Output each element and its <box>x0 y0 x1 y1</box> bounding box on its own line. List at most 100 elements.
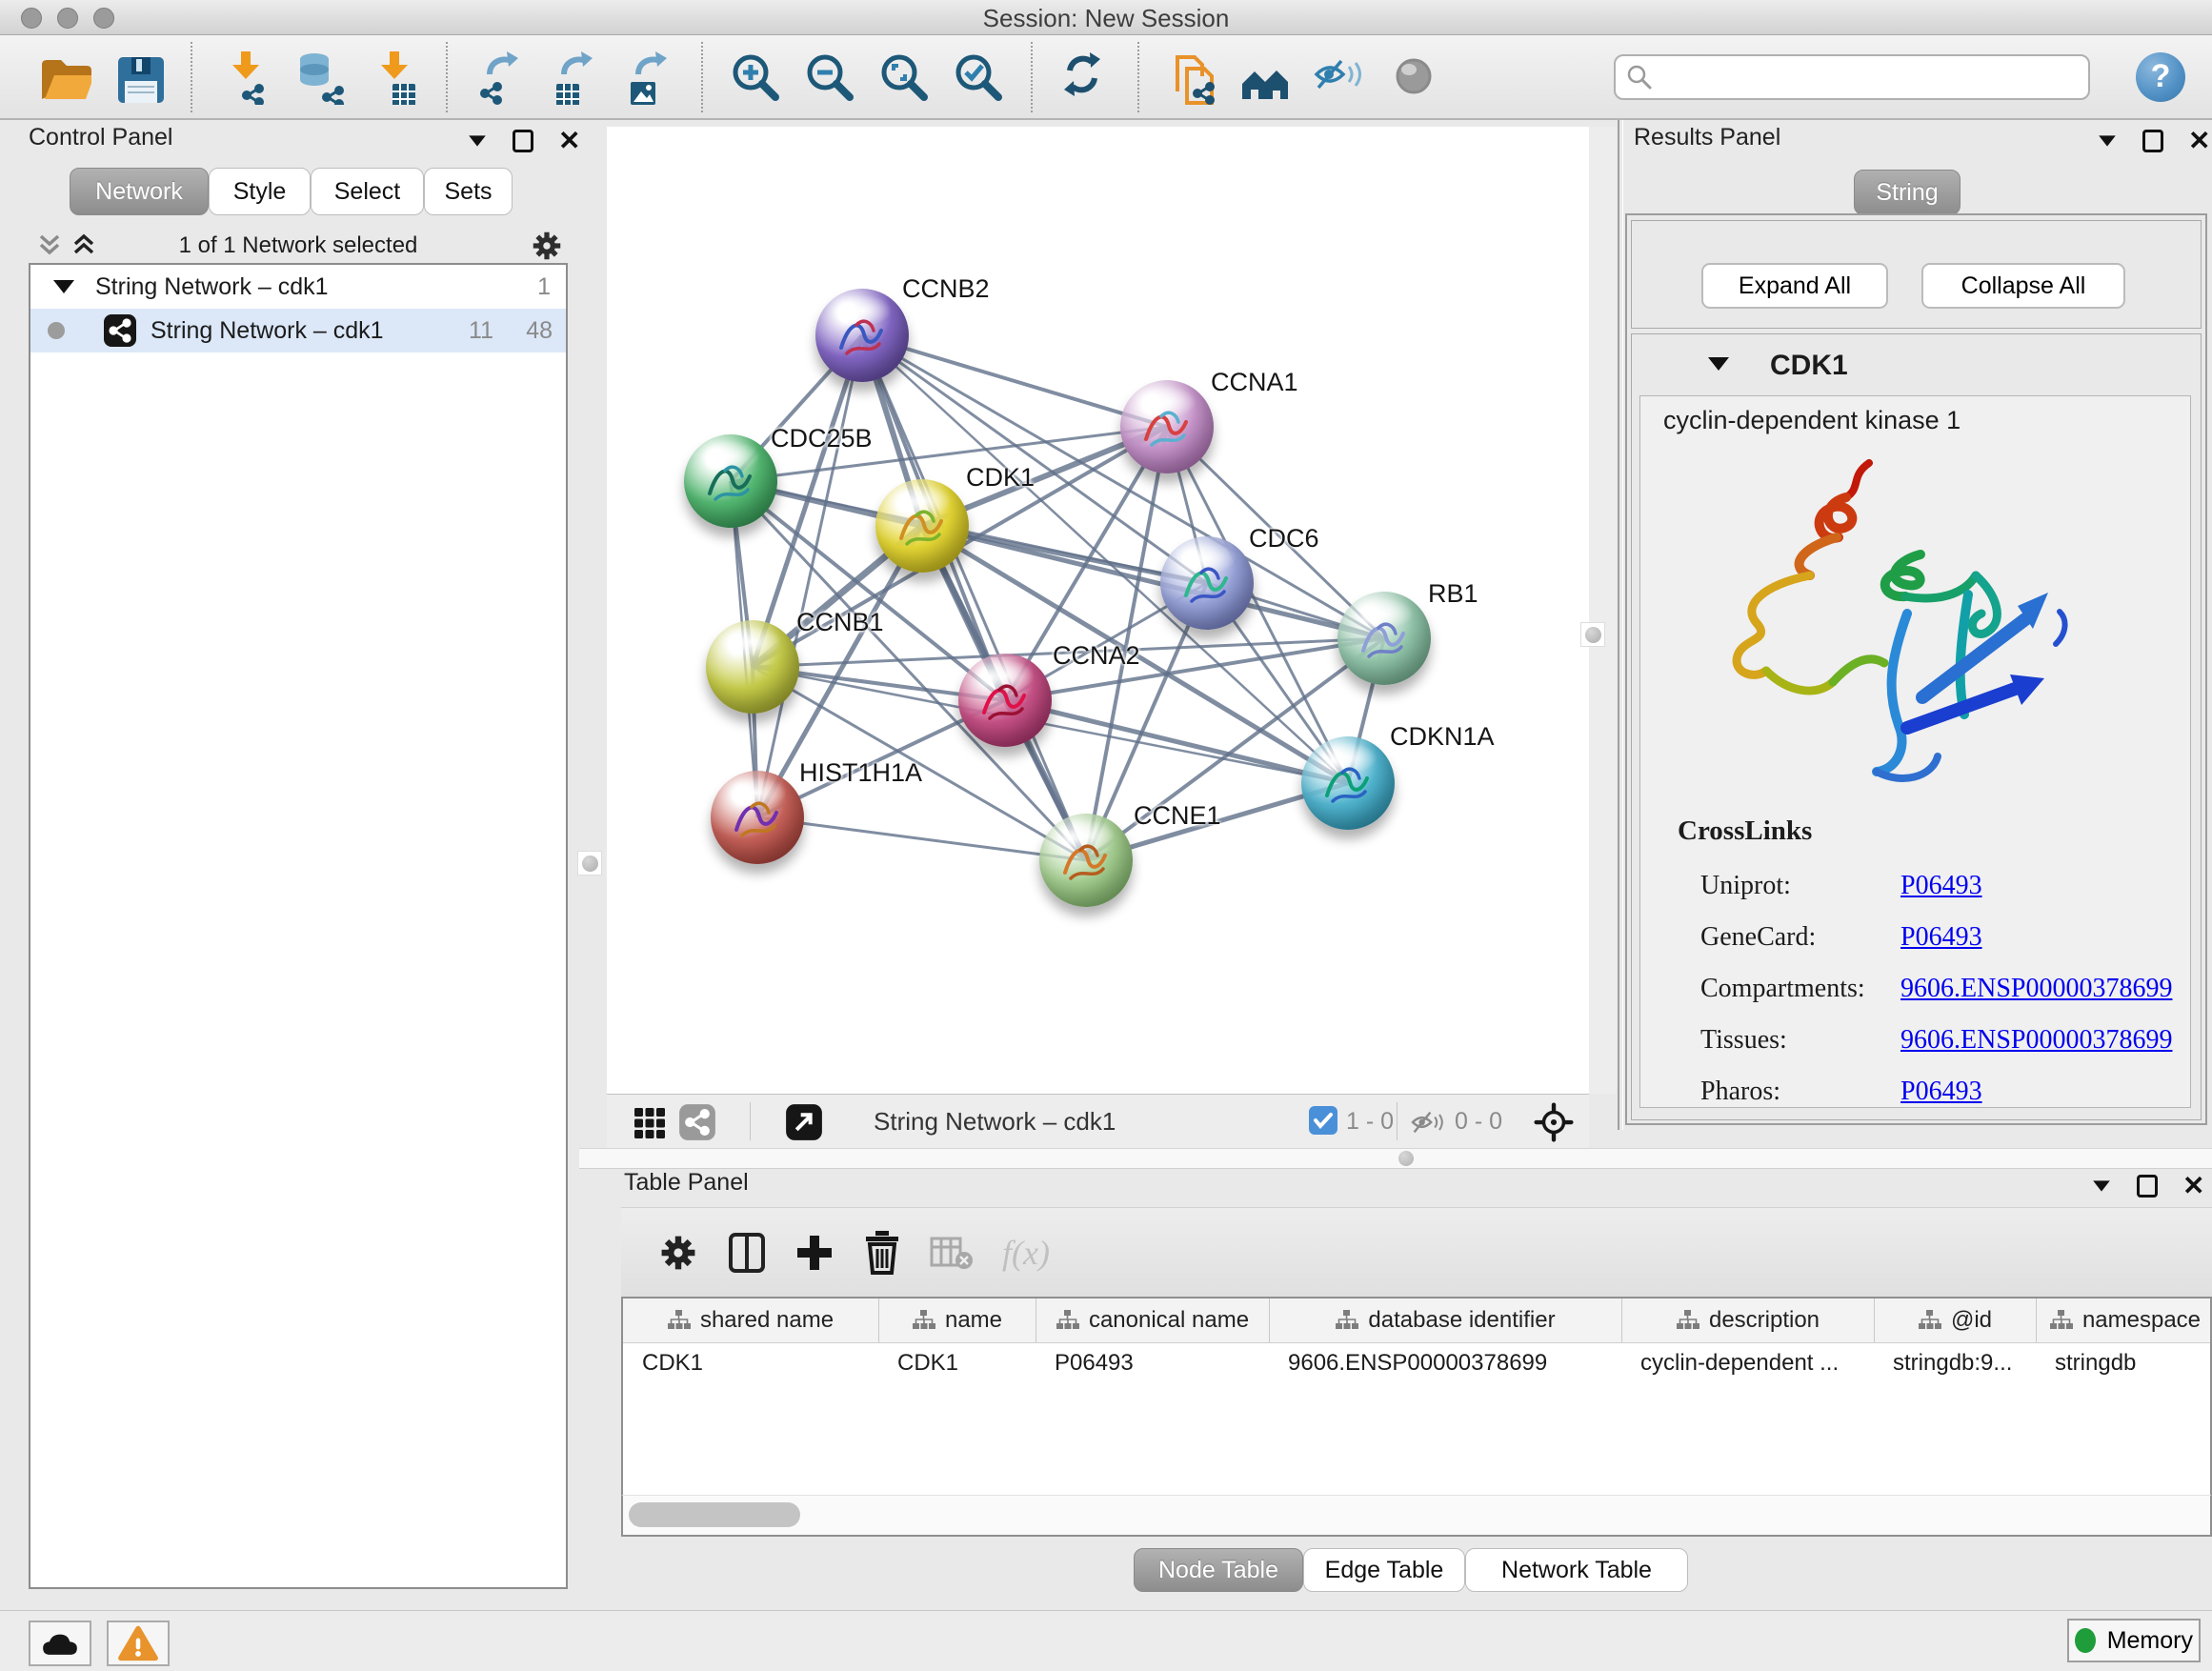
node-CDKN1A[interactable] <box>1301 736 1395 830</box>
scrollbar-thumb[interactable] <box>629 1502 800 1527</box>
node-CCNA1[interactable] <box>1120 380 1214 473</box>
table-cell[interactable]: P06493 <box>1036 1342 1269 1384</box>
panel-menu-icon[interactable] <box>2099 135 2116 146</box>
panel-menu-icon[interactable] <box>469 135 486 146</box>
network-options-gear-icon[interactable] <box>530 229 564 268</box>
table-horizontal-scrollbar[interactable] <box>621 1495 2212 1537</box>
network-canvas[interactable]: CCNB2 CCNA1 CDC25B CDK1 CDC6 RB1CCNB1 CC… <box>607 127 1589 1094</box>
column-header-canonical-name[interactable]: canonical name <box>1036 1299 1269 1342</box>
column-header-name[interactable]: name <box>878 1299 1036 1342</box>
table-cell[interactable]: CDK1 <box>623 1342 878 1384</box>
column-header--id[interactable]: @id <box>1874 1299 2036 1342</box>
tab-node-table[interactable]: Node Table <box>1134 1548 1303 1592</box>
right-splitter-handle[interactable] <box>1580 622 1605 647</box>
tab-edge-table[interactable]: Edge Table <box>1303 1548 1465 1592</box>
node-CDC6[interactable] <box>1160 536 1254 630</box>
duplicate-pages-icon[interactable] <box>1160 46 1223 109</box>
node-CCNB1[interactable] <box>706 620 799 714</box>
table-settings-gear-icon[interactable] <box>657 1232 699 1274</box>
open-session-icon[interactable] <box>32 46 95 109</box>
table-cell[interactable]: CDK1 <box>878 1342 1036 1384</box>
crosslink-link[interactable]: P06493 <box>1900 1077 1982 1107</box>
import-table-file-icon[interactable] <box>362 46 425 109</box>
export-table-icon[interactable] <box>543 46 606 109</box>
node-CDK1[interactable] <box>875 479 969 573</box>
zoom-selected-icon[interactable] <box>947 46 1010 109</box>
zoom-out-icon[interactable] <box>798 46 861 109</box>
detach-view-icon[interactable] <box>785 1103 823 1146</box>
tab-sets[interactable]: Sets <box>424 168 513 215</box>
column-header-namespace[interactable]: namespace <box>2036 1299 2212 1342</box>
export-image-icon[interactable] <box>617 46 680 109</box>
gene-section-header[interactable]: CDK1 <box>1632 334 2201 395</box>
left-splitter-handle[interactable] <box>577 851 602 876</box>
gray-sphere-icon[interactable] <box>1383 46 1446 109</box>
float-panel-icon[interactable] <box>2137 1175 2158 1198</box>
column-header-shared-name[interactable]: shared name <box>623 1299 878 1342</box>
node-CDC25B[interactable] <box>684 434 777 528</box>
collapse-all-button[interactable]: Collapse All <box>1921 263 2125 309</box>
table-cell[interactable]: cyclin-dependent ... <box>1621 1342 1874 1384</box>
node-CCNE1[interactable] <box>1039 814 1133 907</box>
network-selection-row: 1 of 1 Network selected <box>29 227 568 265</box>
table-cell[interactable]: stringdb:9... <box>1874 1342 2036 1384</box>
float-panel-icon[interactable] <box>2142 130 2163 152</box>
export-network-icon[interactable] <box>469 46 532 109</box>
search-input[interactable] <box>1614 54 2090 100</box>
close-panel-icon[interactable]: ✕ <box>2188 128 2210 154</box>
crosslink-link[interactable]: P06493 <box>1900 922 1982 953</box>
delete-column-trash-icon[interactable] <box>863 1231 901 1275</box>
node-CCNB2[interactable] <box>815 289 909 382</box>
zoom-in-icon[interactable] <box>724 46 787 109</box>
node-label-CCNE1: CCNE1 <box>1134 801 1221 831</box>
column-header-description[interactable]: description <box>1621 1299 1874 1342</box>
eye-slash-icon[interactable] <box>1309 46 1372 109</box>
crosslink-link[interactable]: 9606.ENSP00000378699 <box>1900 1025 2172 1056</box>
node-label-RB1: RB1 <box>1428 579 1478 609</box>
close-panel-icon[interactable]: ✕ <box>558 128 580 154</box>
network-row[interactable]: String Network – cdk1 11 48 <box>30 309 566 352</box>
import-network-database-icon[interactable] <box>288 46 351 109</box>
table-cell[interactable]: stringdb <box>2036 1342 2212 1384</box>
show-columns-icon[interactable] <box>728 1232 766 1274</box>
section-collapse-icon[interactable] <box>1708 357 1729 371</box>
tab-network-table[interactable]: Network Table <box>1465 1548 1688 1592</box>
crosslink-link[interactable]: 9606.ENSP00000378699 <box>1900 974 2172 1004</box>
search-icon <box>1625 63 1654 96</box>
node-CCNA2[interactable] <box>958 654 1052 747</box>
column-header-database-identifier[interactable]: database identifier <box>1269 1299 1621 1342</box>
help-button[interactable]: ? <box>2136 52 2185 102</box>
save-session-icon[interactable] <box>107 46 170 109</box>
node-label-HIST1H1A: HIST1H1A <box>799 758 922 788</box>
panel-menu-icon[interactable] <box>2093 1180 2110 1191</box>
memory-button[interactable]: Memory <box>2067 1619 2201 1662</box>
cloud-button[interactable] <box>29 1621 91 1666</box>
node-RB1[interactable] <box>1337 592 1431 685</box>
collection-collapse-icon[interactable] <box>53 280 74 293</box>
zoom-fit-icon[interactable] <box>873 46 935 109</box>
refresh-icon[interactable] <box>1054 46 1116 109</box>
tab-style[interactable]: Style <box>209 168 311 215</box>
warnings-button[interactable] <box>107 1621 170 1666</box>
network-view-share-icon[interactable] <box>678 1103 716 1141</box>
tab-string[interactable]: String <box>1854 170 1961 215</box>
tab-select[interactable]: Select <box>311 168 424 215</box>
node-HIST1H1A[interactable] <box>711 771 804 864</box>
close-panel-icon[interactable]: ✕ <box>2182 1173 2204 1199</box>
expand-all-button[interactable]: Expand All <box>1701 263 1888 309</box>
crosslink-link[interactable]: P06493 <box>1900 871 1982 901</box>
right-splitter-strip <box>1589 127 1617 1094</box>
network-edge-count: 48 <box>526 317 553 345</box>
horizontal-splitter[interactable] <box>579 1148 2212 1169</box>
tab-network[interactable]: Network <box>70 168 209 215</box>
float-panel-icon[interactable] <box>513 130 533 152</box>
network-collection-row[interactable]: String Network – cdk1 1 <box>30 265 566 309</box>
table-cell[interactable]: 9606.ENSP00000378699 <box>1269 1342 1621 1384</box>
hidden-eye-slash-icon[interactable] <box>1409 1107 1447 1142</box>
selected-checkbox-icon[interactable] <box>1309 1106 1337 1135</box>
create-column-plus-icon[interactable] <box>794 1233 835 1273</box>
houses-icon[interactable] <box>1235 46 1297 109</box>
grid-view-icon[interactable] <box>633 1107 666 1144</box>
import-network-file-icon[interactable] <box>213 46 276 109</box>
fit-selected-crosshair-icon[interactable] <box>1534 1102 1574 1147</box>
